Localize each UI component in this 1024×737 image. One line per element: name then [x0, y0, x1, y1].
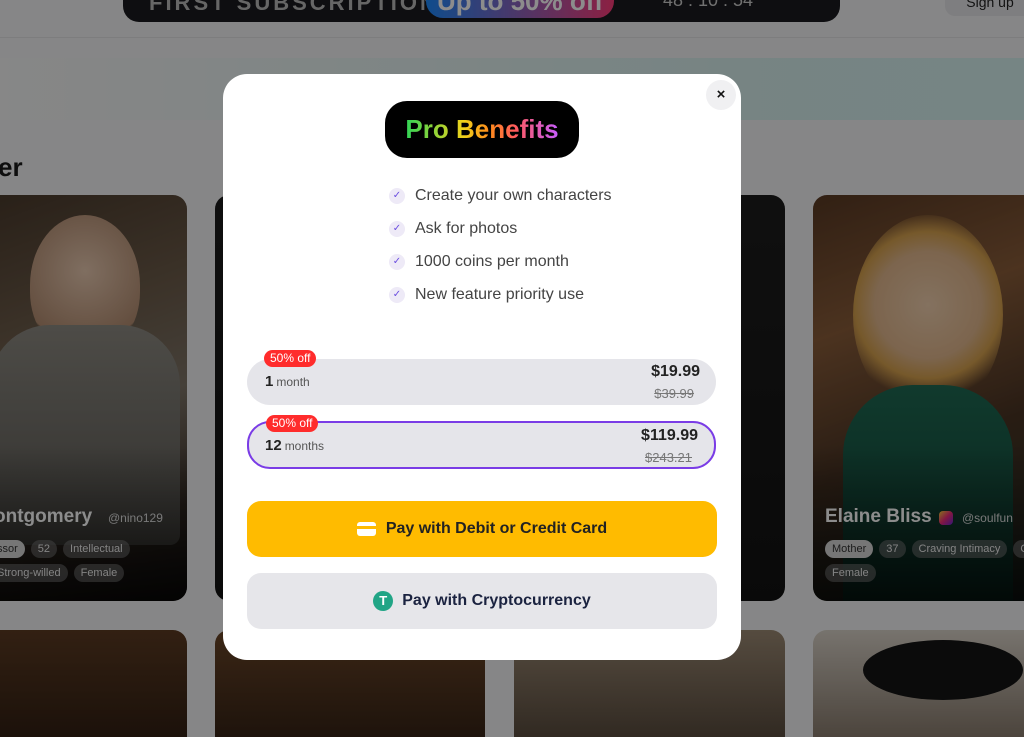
close-button[interactable]: ×: [706, 80, 736, 110]
plan-original-price: $39.99: [654, 386, 694, 401]
benefit-label: Create your own characters: [415, 186, 612, 204]
discount-badge: 50% off: [266, 415, 319, 432]
close-icon: ×: [716, 86, 726, 103]
plan-term: 1 month: [265, 373, 310, 390]
plan-original-price: $243.21: [645, 450, 692, 465]
tether-icon: T: [373, 591, 394, 611]
benefit-label: New feature priority use: [415, 285, 584, 303]
plan-quantity: 1: [265, 373, 274, 390]
benefit-item: ✓ Ask for photos: [389, 212, 612, 245]
plan-option-12-months[interactable]: 50% off 12 months $119.99 $243.21: [247, 415, 716, 469]
pay-card-label: Pay with Debit or Credit Card: [385, 520, 608, 537]
benefit-label: Ask for photos: [415, 219, 518, 237]
pay-with-card-button[interactable]: Pay with Debit or Credit Card: [247, 501, 717, 557]
pay-crypto-label: Pay with Cryptocurrency: [402, 592, 591, 609]
plan-price: $19.99: [651, 363, 700, 380]
pro-benefits-title: Pro Benefits: [405, 114, 559, 144]
plan-quantity: 12: [265, 437, 282, 454]
benefits-list: ✓ Create your own characters ✓ Ask for p…: [389, 179, 612, 311]
discount-badge: 50% off: [264, 350, 317, 367]
plan-unit: month: [276, 375, 310, 389]
pro-benefits-badge: Pro Benefits: [385, 101, 579, 158]
plan-term: 12 months: [265, 437, 324, 454]
benefit-item: ✓ 1000 coins per month: [389, 245, 612, 278]
plan-price: $119.99: [641, 427, 698, 444]
check-icon: ✓: [389, 253, 405, 270]
plan-option-1-month[interactable]: 50% off 1 month $19.99 $39.99: [247, 350, 716, 405]
benefit-item: ✓ Create your own characters: [389, 179, 612, 212]
check-icon: ✓: [389, 220, 405, 237]
pay-with-crypto-button[interactable]: T Pay with Cryptocurrency: [247, 573, 717, 629]
benefit-item: ✓ New feature priority use: [389, 278, 612, 311]
pro-benefits-modal: × Pro Benefits ✓ Create your own charact…: [223, 74, 741, 660]
benefit-label: 1000 coins per month: [415, 252, 569, 270]
credit-card-icon: [356, 522, 376, 536]
check-icon: ✓: [389, 187, 405, 204]
check-icon: ✓: [389, 286, 405, 303]
plan-unit: months: [284, 439, 325, 453]
